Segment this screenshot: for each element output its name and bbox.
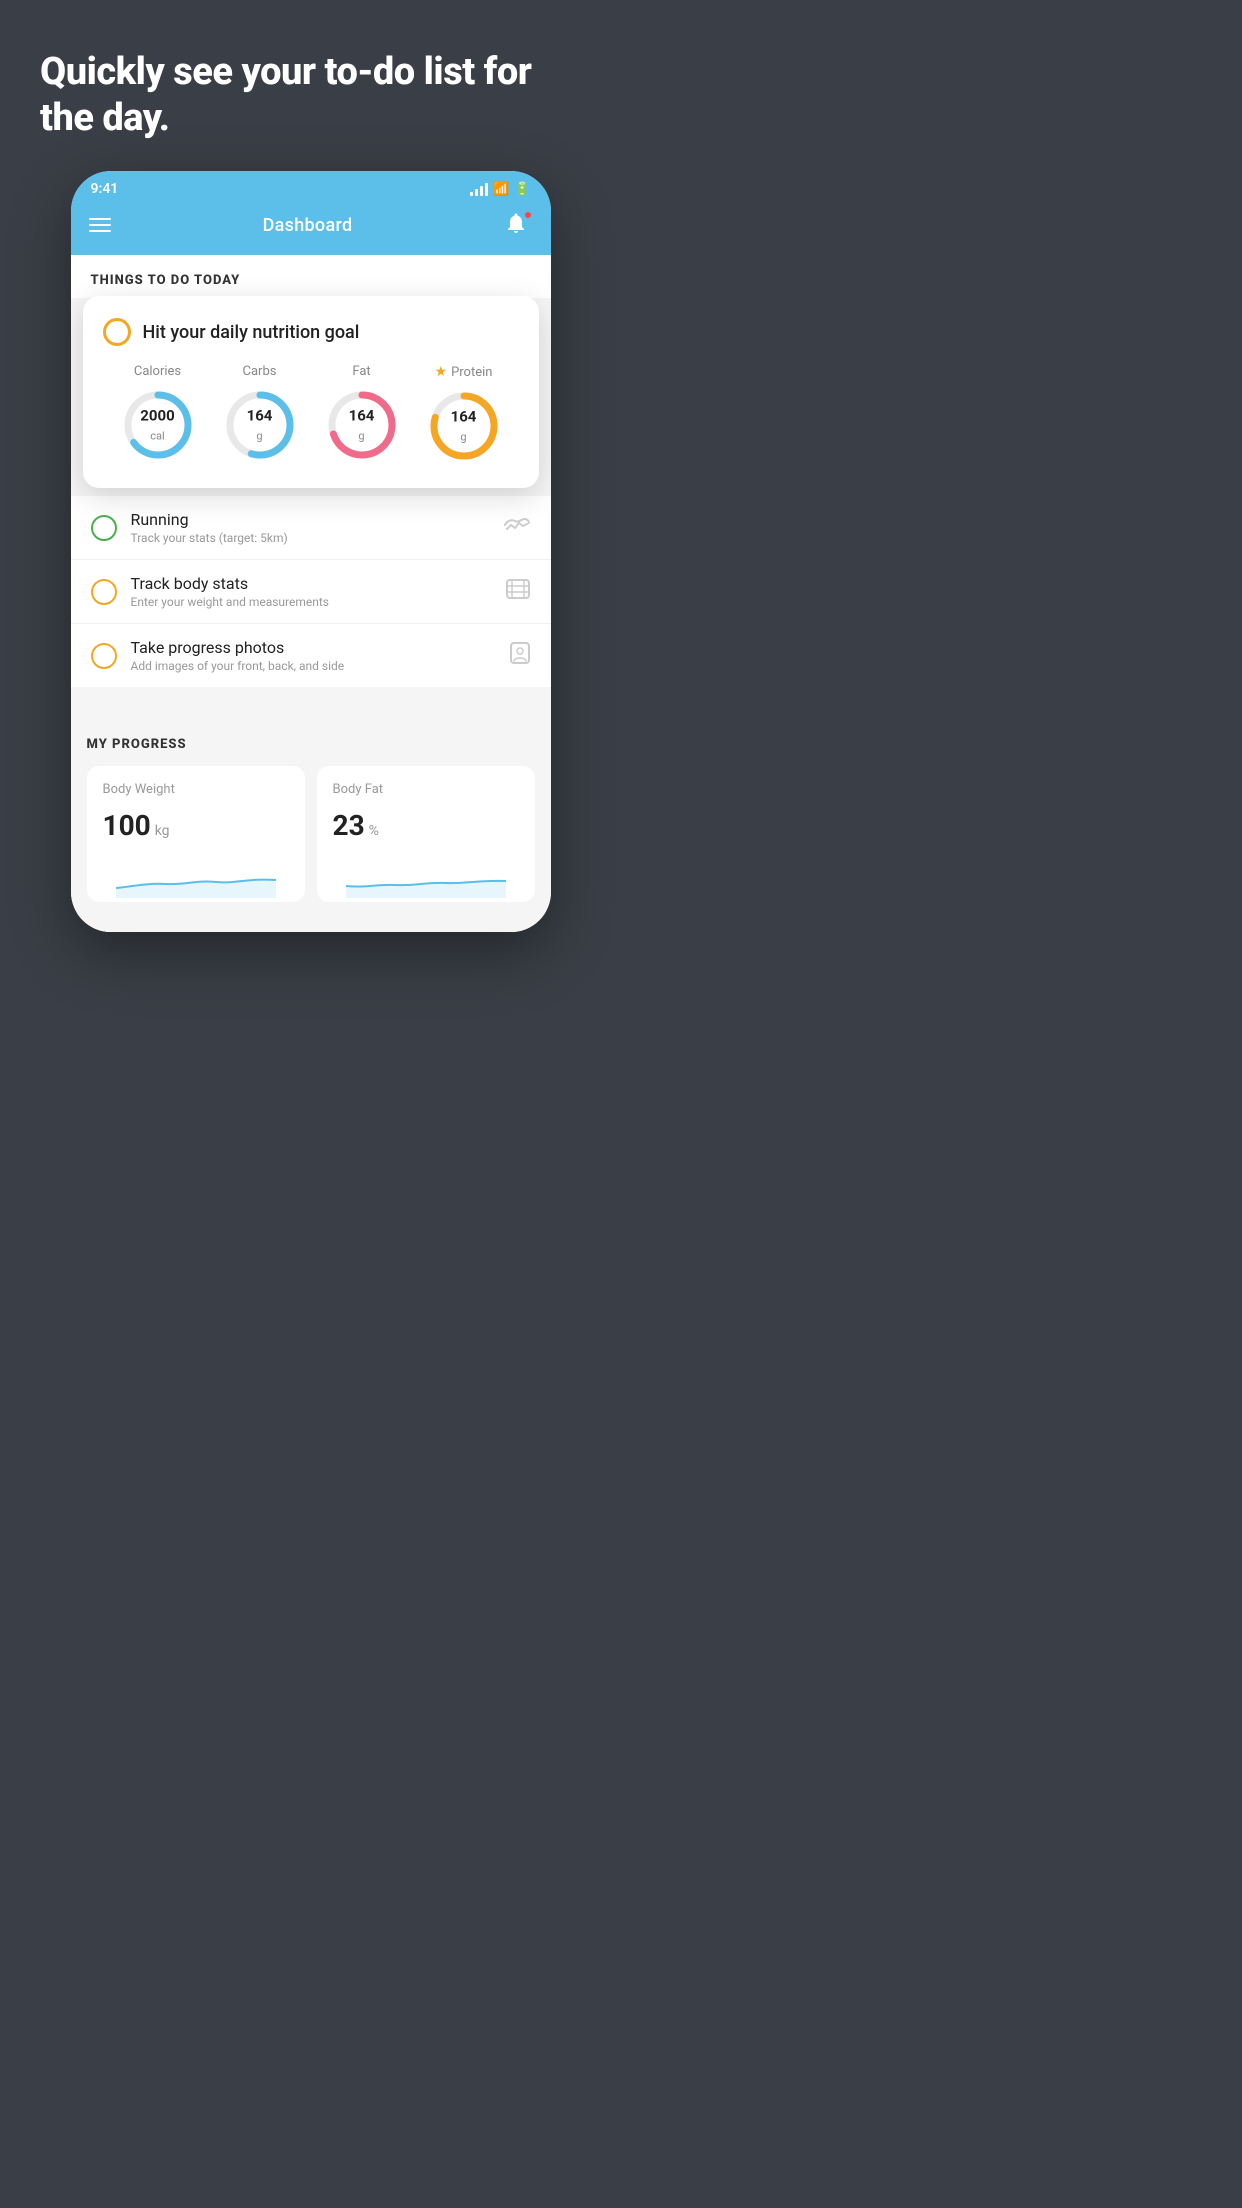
nutrient-carbs: Carbs 164 g [222, 364, 298, 463]
fat-unit: g [358, 429, 364, 442]
time-display: 9:41 [91, 181, 119, 197]
body-fat-sparkline [333, 858, 519, 898]
calories-value: 2000 [140, 407, 174, 424]
spacer [71, 687, 551, 717]
photos-name: Take progress photos [131, 638, 495, 657]
bodystats-name: Track body stats [131, 574, 491, 593]
fat-donut: 164 g [324, 387, 400, 463]
todo-item-bodystats[interactable]: Track body stats Enter your weight and m… [71, 560, 551, 624]
progress-section: MY PROGRESS Body Weight 100 kg Body Fat [71, 717, 551, 912]
body-weight-card[interactable]: Body Weight 100 kg [87, 766, 305, 902]
wifi-icon: 📶 [493, 182, 509, 197]
app-content: THINGS TO DO TODAY Hit your daily nutrit… [71, 255, 551, 932]
hero-section: Quickly see your to-do list for the day. [0, 0, 621, 171]
notification-bell[interactable] [504, 211, 532, 239]
fat-value: 164 [349, 407, 375, 424]
body-weight-title: Body Weight [103, 782, 289, 797]
photos-check[interactable] [91, 643, 117, 669]
battery-icon: 🔋 [514, 182, 530, 197]
bottom-padding [71, 912, 551, 932]
header-title: Dashboard [263, 215, 353, 236]
things-section: THINGS TO DO TODAY [71, 255, 551, 298]
running-sub: Track your stats (target: 5km) [131, 531, 489, 545]
carbs-label: Carbs [243, 364, 277, 379]
carbs-unit: g [256, 429, 262, 442]
body-fat-value: 23 [333, 809, 365, 842]
bodystats-sub: Enter your weight and measurements [131, 595, 491, 609]
running-check[interactable] [91, 515, 117, 541]
photos-icon [509, 641, 531, 670]
calories-donut: 2000 cal [120, 387, 196, 463]
todo-item-running[interactable]: Running Track your stats (target: 5km) [71, 496, 551, 560]
body-fat-value-row: 23 % [333, 809, 519, 842]
signal-icon [470, 182, 488, 196]
todo-item-photos[interactable]: Take progress photos Add images of your … [71, 624, 551, 687]
carbs-value: 164 [247, 407, 273, 424]
bodystats-check[interactable] [91, 579, 117, 605]
protein-value: 164 [451, 408, 477, 425]
status-icons: 📶 🔋 [470, 182, 530, 197]
nutrition-circles: Calories 2000 cal Carbs [103, 364, 519, 464]
body-fat-title: Body Fat [333, 782, 519, 797]
nutrition-card-title: Hit your daily nutrition goal [143, 322, 360, 343]
fat-label: Fat [352, 364, 370, 379]
app-header: Dashboard [71, 203, 551, 255]
protein-label: ★ Protein [435, 364, 493, 380]
hamburger-menu[interactable] [89, 218, 111, 232]
body-weight-value: 100 [103, 809, 151, 842]
progress-title: MY PROGRESS [87, 737, 535, 752]
notification-dot [524, 211, 532, 219]
card-title-row: Hit your daily nutrition goal [103, 318, 519, 346]
things-title: THINGS TO DO TODAY [71, 255, 551, 298]
running-name: Running [131, 510, 489, 529]
nutrition-check-circle[interactable] [103, 318, 131, 346]
body-weight-unit: kg [155, 823, 170, 839]
progress-cards: Body Weight 100 kg Body Fat 23 % [87, 766, 535, 902]
body-fat-card[interactable]: Body Fat 23 % [317, 766, 535, 902]
nutrient-fat: Fat 164 g [324, 364, 400, 463]
nutrient-calories: Calories 2000 cal [120, 364, 196, 463]
bodystats-icon [505, 578, 531, 605]
nutrient-protein: ★ Protein 164 g [426, 364, 502, 464]
protein-unit: g [460, 430, 466, 443]
calories-label: Calories [134, 364, 181, 379]
running-icon [503, 515, 531, 540]
todo-list: Running Track your stats (target: 5km) T… [71, 496, 551, 687]
hero-title: Quickly see your to-do list for the day. [0, 0, 621, 171]
photos-sub: Add images of your front, back, and side [131, 659, 495, 673]
carbs-donut: 164 g [222, 387, 298, 463]
phone-mockup: 9:41 📶 🔋 Dashboard THINGS TO [71, 171, 551, 932]
body-weight-sparkline [103, 858, 289, 898]
protein-donut: 164 g [426, 388, 502, 464]
status-bar: 9:41 📶 🔋 [71, 171, 551, 203]
calories-unit: cal [150, 429, 164, 442]
body-fat-unit: % [369, 823, 379, 839]
body-weight-value-row: 100 kg [103, 809, 289, 842]
star-icon: ★ [435, 364, 448, 380]
nutrition-card[interactable]: Hit your daily nutrition goal Calories 2… [83, 296, 539, 488]
